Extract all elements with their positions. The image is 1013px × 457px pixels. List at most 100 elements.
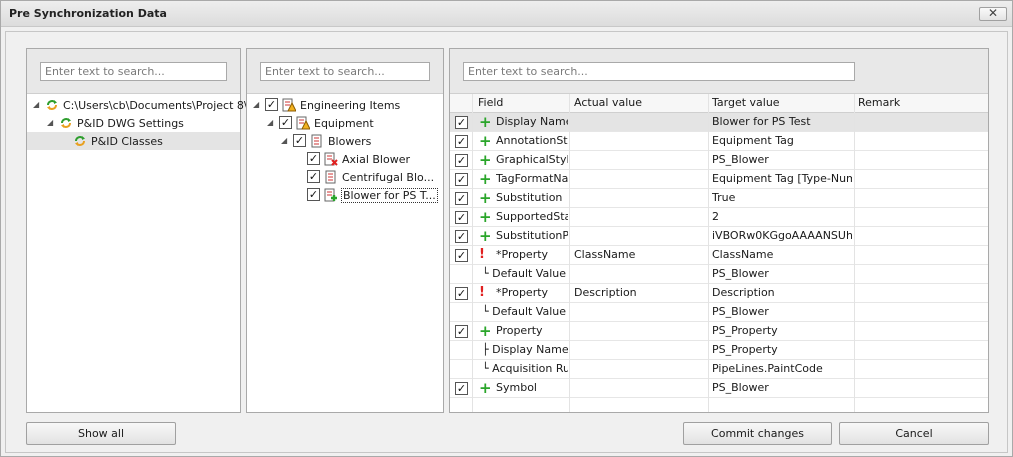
- node-checkbox[interactable]: ✓: [307, 170, 320, 183]
- table-row[interactable]: ✓ + Property PS_Property: [450, 322, 988, 341]
- table-row[interactable]: └ Default Value PS_Blower: [450, 265, 988, 284]
- tree-node-label: Axial Blower: [342, 153, 411, 166]
- settings-tree-node[interactable]: ◢ C:\Users\cb\Documents\Project 8\Pro: [27, 96, 265, 114]
- remark-cell: [858, 303, 986, 322]
- row-checkbox[interactable]: ✓: [455, 249, 468, 262]
- grid-divider: [708, 94, 709, 412]
- table-row[interactable]: └ Default Value PS_Blower: [450, 303, 988, 322]
- add-icon: +: [479, 322, 492, 340]
- table-row[interactable]: ✓! *Property ClassName ClassName: [450, 246, 988, 265]
- node-checkbox[interactable]: ✓: [293, 134, 306, 147]
- table-row[interactable]: ✓ + GraphicalStyle PS_Blower: [450, 151, 988, 170]
- node-checkbox[interactable]: ✓: [307, 152, 320, 165]
- row-checkbox[interactable]: ✓: [455, 325, 468, 338]
- actual-value-cell: [574, 322, 706, 341]
- remark-cell: [858, 151, 986, 170]
- target-value-cell: PS_Blower: [712, 267, 769, 280]
- cancel-button[interactable]: Cancel: [839, 422, 989, 445]
- add-icon: +: [479, 170, 492, 188]
- expand-collapse-icon[interactable]: ◢: [47, 118, 57, 128]
- settings-tree-node[interactable]: P&ID Classes: [27, 132, 240, 150]
- target-value-cell: PS_Blower: [712, 305, 769, 318]
- table-row[interactable]: ✓ + SubstitutionPa iVBORw0KGgoAAAANSUhE...: [450, 227, 988, 246]
- field-cell: *Property: [496, 286, 549, 299]
- target-value-cell: iVBORw0KGgoAAAANSUhE...: [712, 229, 852, 242]
- target-value-cell: PS_Blower: [712, 381, 769, 394]
- row-checkbox[interactable]: ✓: [455, 116, 468, 129]
- add-icon: +: [479, 151, 492, 169]
- table-row[interactable]: ✓ + Substitution True: [450, 189, 988, 208]
- table-row[interactable]: ├ Display Name PS_Property: [450, 341, 988, 360]
- column-header-actual-value[interactable]: Actual value: [574, 94, 642, 113]
- table-row[interactable]: └ Acquisition Rule PipeLines.PaintCode: [450, 360, 988, 379]
- tree-node-label: Blower for PS T...: [341, 188, 438, 203]
- class-tree-node[interactable]: ◢ ✓ Engineering Items: [247, 96, 443, 114]
- field-cell: └ Acquisition Rule: [482, 362, 568, 375]
- class-tree-node[interactable]: ✓ Axial Blower: [247, 150, 443, 168]
- settings-search-input[interactable]: [40, 62, 227, 81]
- class-warning-icon: [282, 98, 297, 112]
- commit-changes-button[interactable]: Commit changes: [683, 422, 832, 445]
- actual-value-cell: [574, 341, 706, 360]
- table-row[interactable]: ✓ + Display Name Blower for PS Test: [450, 113, 988, 132]
- field-cell: AnnotationSty: [496, 134, 568, 147]
- expand-collapse-icon[interactable]: ◢: [253, 100, 263, 110]
- class-tree-node[interactable]: ◢ ✓ Equipment: [247, 114, 443, 132]
- warning-icon: !: [479, 285, 485, 300]
- actual-value-cell: [574, 113, 706, 132]
- remark-cell: [858, 227, 986, 246]
- field-cell: └ Default Value: [482, 305, 567, 318]
- grid-column-header: Field Actual value Target value Remark: [450, 94, 988, 113]
- table-row[interactable]: ✓ + Symbol PS_Blower: [450, 379, 988, 398]
- close-icon: ✕: [987, 6, 999, 20]
- row-checkbox[interactable]: ✓: [455, 154, 468, 167]
- tree-node-label: C:\Users\cb\Documents\Project 8\Pro: [63, 99, 266, 112]
- actual-value-cell: [574, 151, 706, 170]
- sync-icon: [59, 116, 73, 130]
- remark-cell: [858, 246, 986, 265]
- class-tree-node[interactable]: ✓ Blower for PS T...: [247, 186, 443, 204]
- expand-collapse-icon[interactable]: ◢: [267, 118, 277, 128]
- field-cell: Property: [496, 324, 543, 337]
- property-search-input[interactable]: [463, 62, 855, 81]
- table-row[interactable]: ✓ + AnnotationSty Equipment Tag: [450, 132, 988, 151]
- column-header-field[interactable]: Field: [478, 94, 503, 113]
- actual-value-cell: [574, 265, 706, 284]
- actual-value-cell: Description: [574, 286, 637, 299]
- column-header-target-value[interactable]: Target value: [712, 94, 780, 113]
- class-tree-node[interactable]: ✓ Centrifugal Blo...: [247, 168, 443, 186]
- tree-node-label: Centrifugal Blo...: [342, 171, 435, 184]
- row-checkbox[interactable]: ✓: [455, 230, 468, 243]
- row-checkbox[interactable]: ✓: [455, 287, 468, 300]
- expand-collapse-icon[interactable]: ◢: [281, 136, 291, 146]
- target-value-cell: PS_Property: [712, 324, 778, 337]
- class-tree-node[interactable]: ◢ ✓ Blowers: [247, 132, 443, 150]
- class-search-input[interactable]: [260, 62, 430, 81]
- table-row[interactable]: ✓! *Property Description Description: [450, 284, 988, 303]
- settings-tree-node[interactable]: ◢ P&ID DWG Settings: [27, 114, 240, 132]
- row-checkbox[interactable]: ✓: [455, 192, 468, 205]
- actual-value-cell: [574, 227, 706, 246]
- window-title: Pre Synchronization Data: [9, 7, 167, 20]
- add-icon: +: [479, 379, 492, 397]
- close-button[interactable]: ✕: [979, 7, 1007, 21]
- node-checkbox[interactable]: ✓: [279, 116, 292, 129]
- table-row[interactable]: ✓ + TagFormatNan Equipment Tag [Type-Num...: [450, 170, 988, 189]
- row-checkbox[interactable]: ✓: [455, 211, 468, 224]
- node-checkbox[interactable]: ✓: [307, 188, 320, 201]
- expand-collapse-icon[interactable]: ◢: [33, 100, 43, 110]
- show-all-button[interactable]: Show all: [26, 422, 176, 445]
- grid-divider: [569, 94, 570, 412]
- warning-icon: !: [479, 247, 485, 262]
- sync-icon: [45, 98, 59, 112]
- row-checkbox[interactable]: ✓: [455, 382, 468, 395]
- row-checkbox[interactable]: ✓: [455, 135, 468, 148]
- remark-cell: [858, 284, 986, 303]
- actual-value-cell: [574, 132, 706, 151]
- actual-value-cell: [574, 170, 706, 189]
- class-warning-icon: [296, 116, 311, 130]
- column-header-remark[interactable]: Remark: [858, 94, 900, 113]
- table-row[interactable]: ✓ + SupportedStan 2: [450, 208, 988, 227]
- row-checkbox[interactable]: ✓: [455, 173, 468, 186]
- node-checkbox[interactable]: ✓: [265, 98, 278, 111]
